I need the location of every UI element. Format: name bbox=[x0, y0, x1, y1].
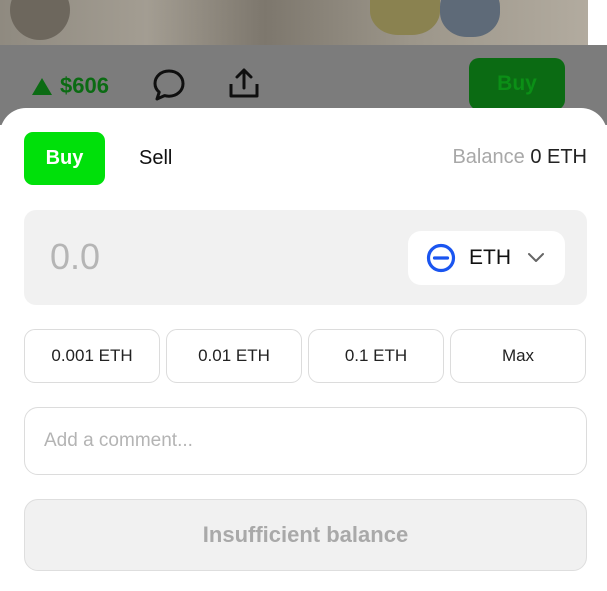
triangle-up-icon bbox=[32, 77, 52, 95]
amount-presets: 0.001 ETH 0.01 ETH 0.1 ETH Max bbox=[24, 329, 586, 383]
tab-buy[interactable]: Buy bbox=[24, 132, 105, 185]
balance-label: Balance bbox=[452, 146, 525, 168]
comment-bubble-icon[interactable] bbox=[152, 68, 186, 102]
token-select[interactable]: ETH bbox=[408, 231, 565, 285]
price-indicator: $606 bbox=[32, 73, 109, 99]
balance-value: 0 ETH bbox=[530, 146, 587, 168]
preset-max-button[interactable]: Max bbox=[450, 329, 586, 383]
price-value: $606 bbox=[60, 73, 109, 98]
submit-trade-button[interactable]: Insufficient balance bbox=[24, 499, 587, 571]
trade-sheet: Buy Sell Balance 0 ETH ETH 0.001 ETH 0. bbox=[0, 108, 607, 591]
balance-display: Balance 0 ETH bbox=[452, 146, 587, 169]
eth-token-icon bbox=[426, 243, 456, 273]
amount-input[interactable] bbox=[50, 234, 350, 280]
share-upload-icon[interactable] bbox=[228, 66, 260, 100]
preset-0-1-eth-button[interactable]: 0.1 ETH bbox=[308, 329, 444, 383]
post-image bbox=[0, 0, 588, 45]
background-buy-button[interactable]: Buy bbox=[469, 58, 565, 110]
trade-tabs: Buy Sell bbox=[24, 132, 188, 185]
tab-sell[interactable]: Sell bbox=[123, 132, 188, 185]
trade-screen: $606 Buy Buy Sell Balance 0 ETH ETH bbox=[0, 0, 607, 591]
token-symbol: ETH bbox=[469, 246, 511, 269]
preset-0-01-eth-button[interactable]: 0.01 ETH bbox=[166, 329, 302, 383]
preset-0-001-eth-button[interactable]: 0.001 ETH bbox=[24, 329, 160, 383]
chevron-down-icon bbox=[528, 253, 544, 262]
amount-panel: ETH bbox=[24, 210, 587, 305]
comment-input[interactable] bbox=[24, 407, 587, 475]
